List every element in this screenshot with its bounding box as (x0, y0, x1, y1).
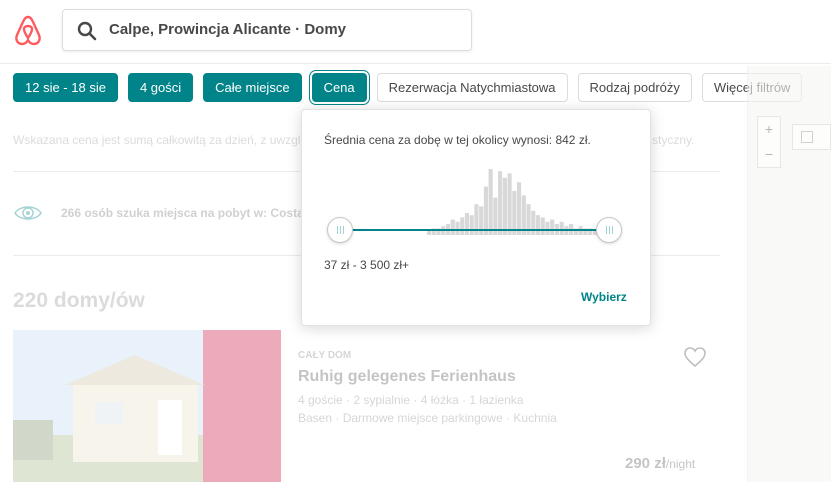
histogram-bar (498, 171, 503, 235)
average-price-text: Średnia cena za dobę w tej okolicy wynos… (324, 133, 591, 147)
histogram-bar (502, 177, 507, 235)
listing-meta: 4 goście · 2 sypialnie · 4 łóżka · 1 łaz… (298, 393, 524, 407)
min-price-handle[interactable] (327, 217, 353, 243)
map-search-toggle[interactable] (792, 124, 831, 150)
trip-type-filter-button[interactable]: Rodzaj podróży (577, 73, 692, 102)
histogram-bar (450, 219, 455, 235)
top-header: Calpe, Prowincja Alicante · Domy (0, 0, 831, 64)
listing-type: CAŁY DOM (298, 350, 352, 361)
airbnb-logo-icon[interactable] (13, 14, 43, 46)
histogram-bar (507, 173, 512, 235)
max-price-handle[interactable] (596, 217, 622, 243)
house-photo-icon (13, 330, 281, 482)
price-note-end: styczny. (652, 133, 695, 147)
grip-icon (337, 226, 344, 234)
zoom-in-icon[interactable]: + (758, 117, 780, 142)
histogram-bar (469, 215, 474, 235)
listing-photo[interactable] (13, 330, 281, 482)
price-histogram (427, 169, 607, 235)
search-bar[interactable]: Calpe, Prowincja Alicante · Domy (62, 9, 472, 51)
listing-info: CAŁY DOM Ruhig gelegenes Ferienhaus 4 go… (298, 350, 557, 425)
listing-price: 290 zł/night (625, 455, 695, 472)
histogram-bar (483, 186, 488, 235)
checkbox[interactable] (801, 131, 813, 143)
listing-title[interactable]: Ruhig gelegenes Ferienhaus (298, 368, 557, 386)
price-note: Wskazana cena jest sumą całkowitą za dzi… (13, 133, 303, 147)
histogram-bar (460, 217, 465, 235)
zoom-out-icon[interactable]: − (758, 142, 780, 167)
price-range-text: 37 zł - 3 500 zł+ (324, 258, 410, 272)
histogram-bar (540, 217, 545, 235)
price-value: 290 zł (625, 455, 666, 472)
price-range-track[interactable] (340, 229, 610, 231)
heart-icon[interactable] (683, 346, 707, 368)
histogram-bar (550, 219, 555, 235)
place-type-filter-button[interactable]: Całe miejsce (203, 73, 302, 102)
search-icon (77, 21, 97, 41)
demand-row: 266 osób szuka miejsca na pobyt w: Costa… (13, 200, 301, 226)
histogram-bar (464, 213, 470, 235)
price-unit: /night (665, 457, 696, 471)
instant-book-filter-button[interactable]: Rezerwacja Natychmiastowa (376, 73, 568, 102)
search-input[interactable]: Calpe, Prowincja Alicante · Domy (109, 21, 346, 38)
filter-bar: 12 sie - 18 sie 4 gości Całe miejsce Cen… (13, 73, 803, 102)
results-count: 220 domy/ów (13, 289, 145, 312)
map-zoom-control: + − (757, 116, 781, 168)
histogram-bar (531, 210, 536, 235)
dates-filter-button[interactable]: 12 sie - 18 sie (13, 73, 118, 102)
histogram-bar (517, 182, 522, 235)
eye-icon (14, 206, 42, 220)
histogram-bar (488, 169, 493, 235)
histogram-bar (427, 230, 432, 235)
grip-icon (606, 226, 613, 234)
apply-button[interactable]: Wybierz (581, 290, 627, 304)
price-popover: Średnia cena za dobę w tej okolicy wynos… (301, 109, 651, 326)
price-filter-button[interactable]: Cena (311, 73, 367, 102)
guests-filter-button[interactable]: 4 gości (127, 73, 194, 102)
demand-text: 266 osób szuka miejsca na pobyt w: Costa… (61, 206, 301, 220)
listing-amenities: Basen · Darmowe miejsce parkingowe · Kuc… (298, 411, 557, 425)
histogram-bar (535, 215, 541, 235)
